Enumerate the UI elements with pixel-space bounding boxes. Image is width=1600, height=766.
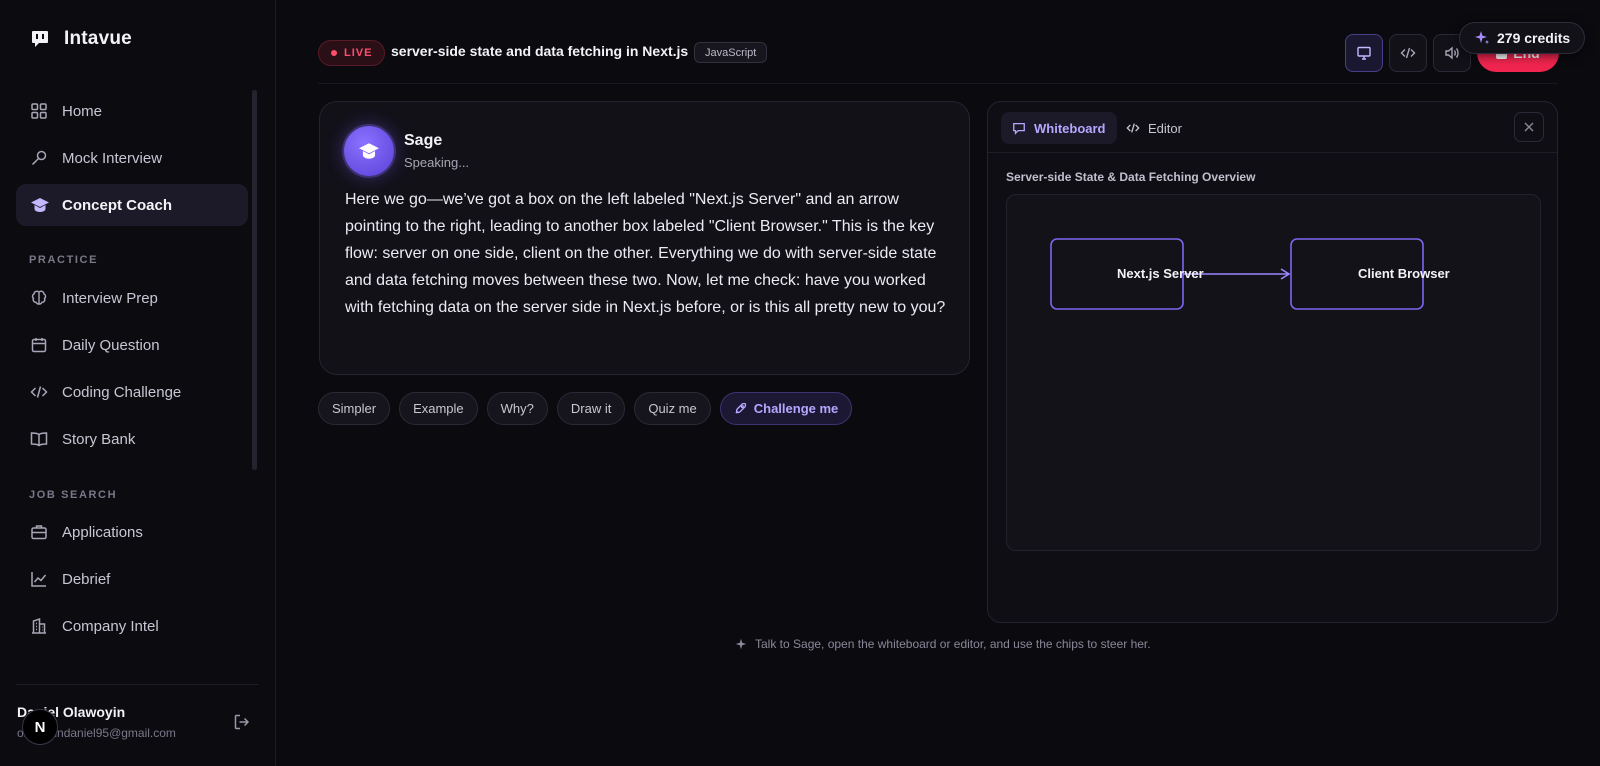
calendar-icon <box>30 336 48 354</box>
sidebar-item-label: Interview Prep <box>62 289 158 307</box>
credits-label: 279 credits <box>1497 30 1571 46</box>
section-label-job-search: JOB SEARCH <box>29 489 118 501</box>
sidebar-item-label: Coding Challenge <box>62 383 182 401</box>
chip-label: Why? <box>500 401 534 416</box>
whiteboard-title: Server-side State & Data Fetching Overvi… <box>1006 170 1256 184</box>
node-label-client: Client Browser <box>1358 266 1450 281</box>
assistant-message: Here we go—we’ve got a box on the left l… <box>345 191 946 316</box>
sidebar-item-interview-prep[interactable]: Interview Prep <box>16 277 248 319</box>
chip-simpler[interactable]: Simpler <box>318 392 391 425</box>
sidebar-item-label: Story Bank <box>62 430 136 448</box>
rocket-icon <box>734 402 747 415</box>
editor-toggle-button[interactable] <box>1389 34 1427 72</box>
chip-label: Simpler <box>332 401 377 416</box>
header-divider <box>318 83 1558 84</box>
sidebar-item-label: Company Intel <box>62 617 159 635</box>
whiteboard-icon <box>1356 45 1372 61</box>
graduation-cap-icon <box>358 141 380 161</box>
trend-chart-icon <box>30 570 48 588</box>
chip-label: Quiz me <box>648 401 697 416</box>
whiteboard-panel: Whiteboard Editor Server-side State & Da… <box>987 101 1558 623</box>
sidebar-item-company-intel[interactable]: Company Intel <box>16 605 248 647</box>
whiteboard-canvas[interactable]: Next.js Server Client Browser <box>1006 194 1541 551</box>
app-name: Intavue <box>64 28 132 49</box>
brand[interactable]: Intavue <box>30 28 132 50</box>
chip-quiz-me[interactable]: Quiz me <box>634 392 711 425</box>
sidebar-item-debrief[interactable]: Debrief <box>16 558 248 600</box>
tab-whiteboard[interactable]: Whiteboard <box>1001 112 1117 144</box>
chip-label: Example <box>413 401 464 416</box>
code-icon <box>30 383 48 401</box>
sidebar-item-story-bank[interactable]: Story Bank <box>16 418 248 460</box>
sidebar-item-label: Applications <box>62 523 143 541</box>
sage-avatar <box>344 126 394 176</box>
code-icon <box>1400 45 1416 61</box>
live-badge: LIVE <box>318 40 386 66</box>
sidebar-item-home[interactable]: Home <box>16 90 248 132</box>
suggestion-chips: Simpler Example Why? Draw it Quiz me Cha… <box>318 392 853 425</box>
whiteboard-drawing <box>1050 238 1424 310</box>
assistant-message-card: Sage Speaking... Here we go—we’ve got a … <box>319 101 970 375</box>
sidebar-item-label: Home <box>62 102 103 120</box>
sidebar-scrollbar[interactable] <box>252 90 257 470</box>
book-icon <box>30 430 48 448</box>
speaker-icon <box>1444 45 1460 61</box>
sidebar-item-label: Debrief <box>62 570 111 588</box>
logout-icon[interactable] <box>233 713 251 731</box>
language-badge: JavaScript <box>694 42 768 63</box>
whiteboard-tabbar: Whiteboard Editor <box>988 102 1557 153</box>
graduation-cap-icon <box>30 196 49 214</box>
chip-draw-it[interactable]: Draw it <box>556 392 626 425</box>
credits-badge[interactable]: 279 credits <box>1459 22 1586 54</box>
sidebar-item-label: Concept Coach <box>62 196 173 214</box>
chip-challenge-me[interactable]: Challenge me <box>719 392 853 425</box>
sidebar-divider <box>16 684 259 685</box>
chip-label: Challenge me <box>753 401 839 416</box>
sidebar-item-label: Mock Interview <box>62 149 163 167</box>
brain-icon <box>30 289 48 307</box>
tab-label: Editor <box>1148 120 1182 136</box>
microphone-icon <box>30 149 48 167</box>
building-icon <box>30 617 48 635</box>
assistant-name: Sage <box>404 132 443 149</box>
code-icon <box>1126 121 1140 135</box>
grid-icon <box>30 102 48 120</box>
live-dot-icon <box>331 50 337 56</box>
node-label-server: Next.js Server <box>1117 266 1204 281</box>
close-icon <box>1523 121 1535 133</box>
footer-hint: Talk to Sage, open the whiteboard or edi… <box>735 637 1151 651</box>
avatar[interactable]: N <box>22 709 58 745</box>
sidebar-item-applications[interactable]: Applications <box>16 511 248 553</box>
sidebar: Intavue Home Mock Interview Concept Coac… <box>0 0 276 766</box>
section-label-practice: PRACTICE <box>29 254 99 266</box>
briefcase-icon <box>30 523 48 541</box>
sidebar-item-mock-interview[interactable]: Mock Interview <box>16 137 248 179</box>
assistant-status: Speaking... <box>404 155 470 170</box>
sparkle-icon <box>1474 30 1490 46</box>
whiteboard-icon <box>1012 121 1026 135</box>
sidebar-item-coding-challenge[interactable]: Coding Challenge <box>16 371 248 413</box>
tab-editor[interactable]: Editor <box>1115 112 1193 144</box>
chip-example[interactable]: Example <box>399 392 478 425</box>
logo-icon <box>30 29 50 49</box>
live-label: LIVE <box>344 47 373 59</box>
sparkle-icon <box>735 638 747 650</box>
chip-label: Draw it <box>570 401 612 416</box>
sidebar-item-concept-coach[interactable]: Concept Coach <box>16 184 248 226</box>
chip-why[interactable]: Why? <box>486 392 548 425</box>
tab-label: Whiteboard <box>1034 120 1106 136</box>
close-panel-button[interactable] <box>1514 112 1544 142</box>
sidebar-item-daily-question[interactable]: Daily Question <box>16 324 248 366</box>
sidebar-item-label: Daily Question <box>62 336 160 354</box>
session-title: server-side state and data fetching in N… <box>391 43 689 59</box>
whiteboard-toggle-button[interactable] <box>1345 34 1383 72</box>
footer-hint-text: Talk to Sage, open the whiteboard or edi… <box>755 637 1151 651</box>
